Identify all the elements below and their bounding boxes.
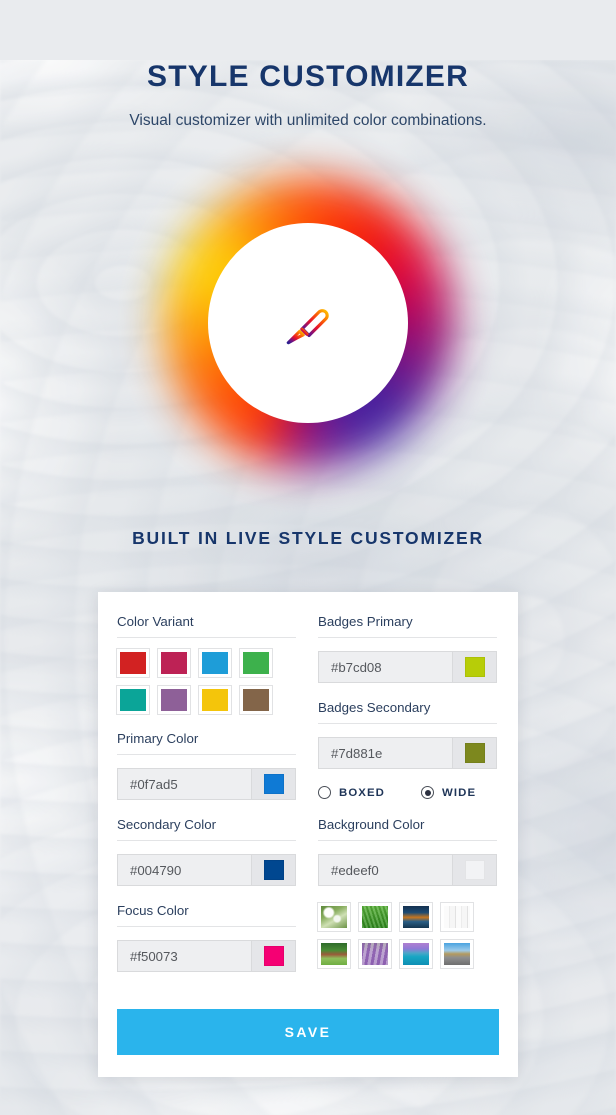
badges-secondary-chip [464,743,485,763]
badges-secondary-picker-button[interactable] [452,738,496,768]
background-color-chip [464,860,485,880]
badges-primary-field [318,651,497,683]
focus-color-input[interactable] [118,941,251,971]
hero-brush-badge [163,178,453,468]
secondary-color-chip [263,860,284,880]
color-variant-swatches [116,648,296,715]
radio-boxed-icon[interactable] [318,786,331,799]
secondary-color-picker-button[interactable] [251,855,295,885]
swatch-purple[interactable] [157,685,191,715]
swatch-blue[interactable] [198,648,232,678]
swatch-green[interactable] [239,648,273,678]
layout-mode-radio-group: BOXED WIDE [318,786,497,799]
layout-option-wide-label: WIDE [442,786,477,799]
thumb-night-harbor[interactable] [399,902,433,932]
badges-primary-picker-button[interactable] [452,652,496,682]
swatch-yellow[interactable] [198,685,232,715]
panel-left-column: Color Variant Primary Color #0f7ad5 Seco… [116,614,296,989]
thumb-open-road[interactable] [440,939,474,969]
focus-color-label: Focus Color [117,903,296,927]
badges-primary-chip [464,657,485,677]
paintbrush-icon [286,309,329,345]
style-customizer-panel: Color Variant Primary Color #0f7ad5 Seco… [98,592,518,1077]
thumb-green-grass[interactable] [358,902,392,932]
focus-color-picker-button[interactable] [251,941,295,971]
background-color-input[interactable] [319,855,452,885]
badges-primary-input[interactable] [319,652,452,682]
badges-secondary-input[interactable] [319,738,452,768]
focus-color-chip [263,946,284,966]
page-title: STYLE CUSTOMIZER [147,60,469,93]
section-title: BUILT IN LIVE STYLE CUSTOMIZER [132,528,484,548]
background-color-picker-button[interactable] [452,855,496,885]
layout-option-boxed[interactable]: BOXED [318,786,385,799]
layout-option-wide[interactable]: WIDE [421,786,476,799]
thumb-lavender-field[interactable] [358,939,392,969]
swatch-red[interactable] [116,648,150,678]
background-color-label: Background Color [318,817,497,841]
save-button[interactable]: SAVE [117,1009,499,1055]
layout-option-boxed-label: BOXED [339,786,386,799]
swatch-teal[interactable] [116,685,150,715]
secondary-color-field [117,854,296,886]
badges-secondary-label: Badges Secondary [318,700,497,724]
background-color-field [318,854,497,886]
secondary-color-input[interactable] [118,855,251,885]
color-variant-label: Color Variant [117,614,296,638]
primary-color-label: Primary Color [117,731,296,755]
primary-color-picker-button[interactable] [251,769,295,799]
thumb-ocean-pier[interactable] [399,939,433,969]
primary-color-chip [263,774,284,794]
badges-secondary-field [318,737,497,769]
secondary-color-label: Secondary Color [117,817,296,841]
halo-inner-circle [208,223,408,423]
badges-primary-label: Badges Primary [318,614,497,638]
page-content: STYLE CUSTOMIZER Visual customizer with … [0,60,616,1077]
primary-color-input[interactable] [118,769,251,799]
swatch-crimson[interactable] [157,648,191,678]
radio-wide-icon[interactable] [421,786,435,799]
thumb-white-wood[interactable] [440,902,474,932]
swatch-brown[interactable] [239,685,273,715]
thumb-park-bench[interactable] [317,939,351,969]
primary-color-field [117,768,296,800]
thumb-white-blossom[interactable] [317,902,351,932]
focus-color-field [117,940,296,972]
panel-right-column: Badges Primary Badges Secondary [317,614,497,989]
background-image-thumbnails [317,902,497,969]
page-subtitle: Visual customizer with unlimited color c… [129,112,487,129]
